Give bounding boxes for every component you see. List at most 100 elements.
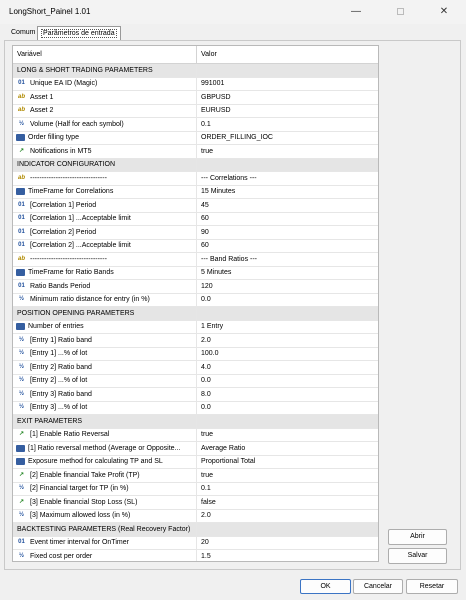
tab-input-parameters[interactable]: Parâmetros de entrada — [37, 26, 121, 40]
parameter-value[interactable]: 4.0 — [197, 361, 378, 374]
parameter-row[interactable]: [1] Ratio reversal method (Average or Op… — [13, 442, 378, 456]
parameter-value[interactable]: 0.0 — [197, 375, 378, 388]
parameter-row[interactable]: 01 [Correlation 1] Period 45 — [13, 199, 378, 213]
parameter-value[interactable]: 0.0 — [197, 402, 378, 415]
parameter-name: Ratio Bands Period — [30, 282, 91, 290]
parameter-name: Asset 2 — [30, 107, 54, 115]
parameter-name-cell: LONG & SHORT TRADING PARAMETERS — [13, 64, 197, 77]
close-button[interactable]: ✕ — [422, 0, 466, 24]
parameter-row[interactable]: 01 [Correlation 2] Period 90 — [13, 226, 378, 240]
parameter-value[interactable]: false — [197, 496, 378, 509]
parameter-row[interactable]: ½ [3] Maximum allowed loss (in %) 2.0 — [13, 509, 378, 523]
parameter-row[interactable]: ↗ [1] Enable Ratio Reversal true — [13, 428, 378, 442]
parameter-value[interactable]: 0.1 — [197, 483, 378, 496]
parameter-value[interactable]: 8.0 — [197, 388, 378, 401]
parameter-row[interactable]: ½ [Entry 2] Ratio band 4.0 — [13, 361, 378, 375]
column-header-value[interactable]: Valor — [197, 46, 378, 63]
reset-button[interactable]: Resetar — [406, 579, 458, 594]
parameter-value[interactable]: Proportional Total — [197, 456, 378, 469]
string-icon: ab — [17, 174, 25, 181]
cancel-button[interactable]: Cancelar — [353, 579, 403, 594]
parameter-value[interactable]: 100.0 — [197, 348, 378, 361]
parameter-row[interactable]: ½ Minimum ratio distance for entry (in %)… — [13, 293, 378, 307]
parameter-value[interactable]: 2.0 — [197, 334, 378, 347]
parameter-name-cell: 01 Unique EA ID (Magic) — [13, 77, 197, 90]
parameter-name-cell: 01 [Correlation 1] ...Acceptable limit — [13, 212, 197, 225]
tab-comum[interactable]: Comum — [8, 26, 39, 40]
parameter-row[interactable]: ab --------------------------------- --- C… — [13, 172, 378, 186]
parameter-name-cell: BACKTESTING PARAMETERS (Real Recovery Fa… — [13, 523, 197, 536]
parameter-value[interactable]: 90 — [197, 226, 378, 239]
parameter-value[interactable]: true — [197, 145, 378, 158]
parameter-value[interactable]: 0.1 — [197, 118, 378, 131]
parameter-value[interactable]: GBPUSD — [197, 91, 378, 104]
parameter-name: --------------------------------- — [30, 174, 107, 182]
ok-button[interactable]: OK — [300, 579, 351, 594]
parameter-name-cell: 01 [Correlation 2] Period — [13, 226, 197, 239]
parameter-value[interactable]: 0.0 — [197, 294, 378, 307]
parameter-value[interactable]: 2.0 — [197, 510, 378, 523]
open-button[interactable]: Abrir — [388, 529, 447, 545]
parameter-row[interactable]: ↗ Notifications in MT5 true — [13, 145, 378, 159]
tab-input-parameters-label: Parâmetros de entrada — [41, 29, 117, 38]
parameter-row[interactable]: ↗ [3] Enable financial Stop Loss (SL) fals… — [13, 496, 378, 510]
parameter-name: Asset 1 — [30, 93, 54, 101]
parameter-row[interactable]: ½ [Entry 1] ...% of lot 100.0 — [13, 347, 378, 361]
parameter-name-cell: ½ [Entry 3] ...% of lot — [13, 401, 197, 414]
parameter-value[interactable]: 1 Entry — [197, 321, 378, 334]
parameter-row[interactable]: 01 Unique EA ID (Magic) 991001 — [13, 77, 378, 91]
parameter-name-cell: ½ Fixed cost per order — [13, 550, 197, 561]
parameter-value[interactable]: 20 — [197, 537, 378, 550]
parameter-value[interactable]: EURUSD — [197, 105, 378, 118]
parameter-name: Unique EA ID (Magic) — [30, 80, 98, 88]
save-button[interactable]: Salvar — [388, 548, 447, 564]
parameter-row[interactable]: ½ [Entry 3] Ratio band 8.0 — [13, 388, 378, 402]
parameter-value[interactable]: 991001 — [197, 78, 378, 91]
parameter-value[interactable]: 5 Minutes — [197, 267, 378, 280]
parameter-name-cell: ↗ Notifications in MT5 — [13, 145, 197, 158]
parameter-row[interactable]: Number of entries 1 Entry — [13, 320, 378, 334]
parameter-row[interactable]: Exposure method for calculating TP and S… — [13, 455, 378, 469]
parameter-row[interactable]: TimeFrame for Ratio Bands 5 Minutes — [13, 266, 378, 280]
minimize-button[interactable]: — — [334, 0, 378, 24]
parameters-grid[interactable]: Variável Valor LONG & SHORT TRADING PARA… — [12, 45, 379, 562]
double-icon: ½ — [18, 336, 24, 343]
parameter-row[interactable]: TimeFrame for Correlations 15 Minutes — [13, 185, 378, 199]
parameter-value[interactable]: 60 — [197, 240, 378, 253]
parameter-value[interactable]: 120 — [197, 280, 378, 293]
double-icon: ½ — [18, 120, 24, 127]
parameter-row[interactable]: ab Asset 1 GBPUSD — [13, 91, 378, 105]
parameter-row[interactable]: 01 Ratio Bands Period 120 — [13, 280, 378, 294]
parameter-row[interactable]: ½ [Entry 2] ...% of lot 0.0 — [13, 374, 378, 388]
parameter-row[interactable]: ↗ [2] Enable financial Take Profit (TP) tr… — [13, 469, 378, 483]
parameter-row[interactable]: 01 [Correlation 2] ...Acceptable limit 60 — [13, 239, 378, 253]
parameter-row[interactable]: ½ [Entry 3] ...% of lot 0.0 — [13, 401, 378, 415]
parameter-value[interactable]: 45 — [197, 199, 378, 212]
parameter-value[interactable]: 60 — [197, 213, 378, 226]
maximize-button — [378, 0, 422, 24]
parameter-value[interactable]: ORDER_FILLING_IOC — [197, 132, 378, 145]
parameter-value[interactable]: 1.5 — [197, 550, 378, 561]
parameter-value[interactable]: --- Band Ratios --- — [197, 253, 378, 266]
parameter-value[interactable]: 15 Minutes — [197, 186, 378, 199]
parameter-row[interactable]: ab Asset 2 EURUSD — [13, 104, 378, 118]
parameter-name: [Correlation 2] Period — [30, 228, 97, 236]
parameter-value[interactable]: --- Correlations --- — [197, 172, 378, 185]
parameter-value[interactable]: true — [197, 429, 378, 442]
parameter-row[interactable]: ½ Volume (Half for each symbol) 0.1 — [13, 118, 378, 132]
parameter-row[interactable]: 01 Event timer interval for OnTimer 20 — [13, 536, 378, 550]
parameter-row[interactable]: ½ [2] Financial target for TP (in %) 0.1 — [13, 482, 378, 496]
parameter-name: Fixed cost per order — [30, 552, 93, 560]
double-icon: ½ — [18, 485, 24, 492]
parameter-row[interactable]: ½ Fixed cost per order 1.5 — [13, 550, 378, 561]
parameter-value[interactable]: Average Ratio — [197, 442, 378, 455]
parameter-row[interactable]: ab --------------------------------- --- B… — [13, 253, 378, 267]
column-header-variable[interactable]: Variável — [13, 46, 197, 63]
parameter-name: Number of entries — [28, 323, 84, 331]
parameter-name: [3] Maximum allowed loss (in %) — [30, 512, 131, 520]
parameter-row[interactable]: ½ [Entry 1] Ratio band 2.0 — [13, 334, 378, 348]
parameter-value[interactable]: true — [197, 469, 378, 482]
parameter-name-cell: ½ Volume (Half for each symbol) — [13, 118, 197, 131]
parameter-row[interactable]: Order filling type ORDER_FILLING_IOC — [13, 131, 378, 145]
parameter-row[interactable]: 01 [Correlation 1] ...Acceptable limit 60 — [13, 212, 378, 226]
